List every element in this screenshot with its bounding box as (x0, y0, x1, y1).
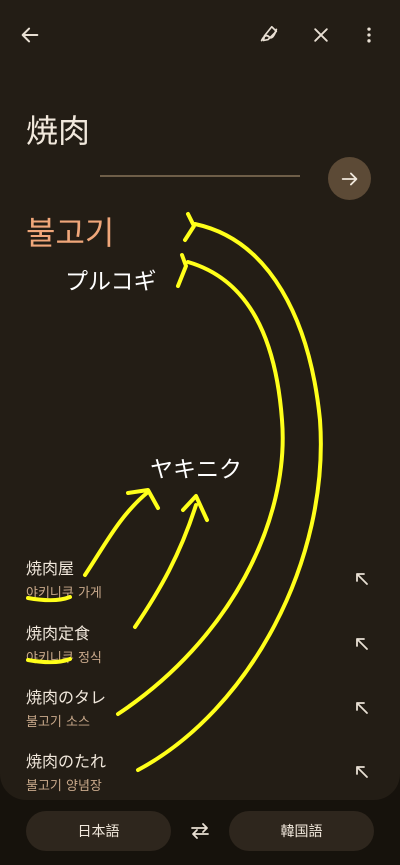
translation-text: 불고기 (26, 214, 115, 252)
suggestion-translation: 불고기 소스 (26, 715, 90, 730)
swap-languages-icon[interactable] (185, 816, 215, 846)
suggestion-source: 焼肉屋 (26, 559, 75, 578)
close-icon[interactable] (306, 20, 336, 50)
arrow-up-left-icon[interactable] (352, 698, 372, 718)
target-language-button[interactable]: 韓国語 (229, 811, 374, 851)
annotation-yakiniku: ヤキニク (150, 457, 242, 483)
suggestion-item[interactable]: 焼肉のたれ 불고기 양념장 (26, 748, 376, 800)
arrow-up-left-icon[interactable] (352, 634, 372, 654)
suggestion-translation: 불고기 양념장 (26, 779, 102, 794)
annotation-pulgogi: プルコギ (65, 269, 157, 295)
arrow-up-left-icon[interactable] (352, 762, 372, 782)
source-language-button[interactable]: 日本語 (26, 811, 171, 851)
suggestion-item[interactable]: 焼肉屋 야키니쿠 가게 (26, 555, 376, 607)
suggestion-source: 焼肉定食 (26, 624, 91, 643)
suggestion-source: 焼肉のタレ (26, 688, 107, 707)
pen-scribble-icon[interactable] (254, 20, 284, 50)
back-arrow-icon[interactable] (15, 20, 45, 50)
translate-go-button[interactable] (328, 157, 371, 200)
input-divider (100, 175, 300, 177)
more-vert-icon[interactable] (354, 20, 384, 50)
top-bar (0, 0, 400, 70)
suggestion-source: 焼肉のたれ (26, 752, 107, 771)
source-text[interactable]: 焼肉 (26, 106, 90, 152)
arrow-right-icon (341, 172, 357, 185)
suggestion-item[interactable]: 焼肉のタレ 불고기 소스 (26, 684, 376, 736)
suggestion-translation: 야키니쿠 가게 (26, 586, 102, 601)
suggestion-translation: 야키니쿠 정식 (26, 651, 102, 666)
translation-panel: 焼肉 불고기 プルコギ ヤキニク 焼肉屋 야키니쿠 가게 焼肉定食 야키니쿠 정… (0, 0, 400, 800)
suggestion-item[interactable]: 焼肉定食 야키니쿠 정식 (26, 620, 376, 672)
arrow-up-left-icon[interactable] (352, 569, 372, 589)
